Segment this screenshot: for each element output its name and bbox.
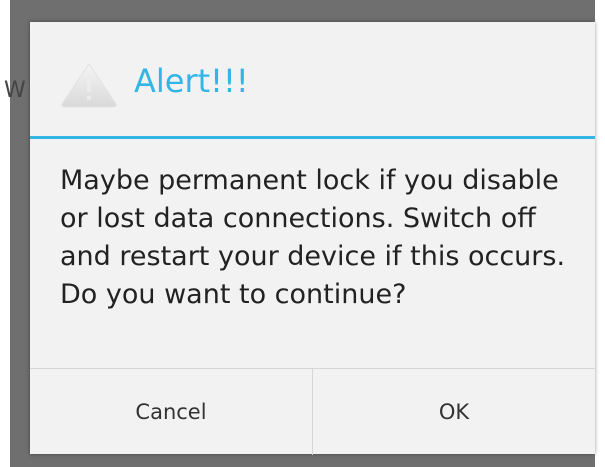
background-partial-text: W (4, 78, 26, 103)
ok-button[interactable]: OK (313, 369, 595, 455)
dialog-title: Alert!!! (134, 62, 249, 100)
background-content-strip-right (595, 0, 605, 467)
title-divider (30, 136, 595, 139)
dialog-button-bar: Cancel OK (30, 368, 595, 455)
cancel-button[interactable]: Cancel (30, 369, 313, 455)
background-content-strip (0, 0, 10, 467)
alert-dialog: Alert!!! Maybe permanent lock if you dis… (30, 22, 595, 455)
dialog-title-bar: Alert!!! (30, 22, 595, 137)
warning-triangle-icon (58, 60, 120, 110)
dialog-message: Maybe permanent lock if you disable or l… (60, 165, 566, 310)
